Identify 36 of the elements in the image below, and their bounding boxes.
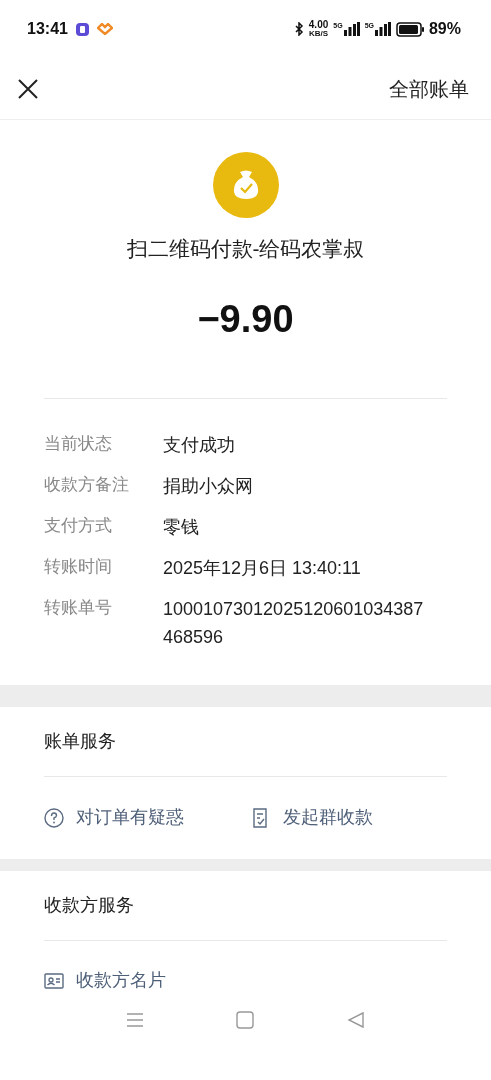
payment-title: 扫二维码付款-给码农掌叔 — [126, 236, 365, 262]
app-icon — [75, 22, 89, 36]
service-link[interactable]: 发起群收款 — [251, 804, 373, 831]
detail-value: 捐助小众网 — [163, 474, 254, 498]
detail-value: 2025年12月6日 13:40:11 — [163, 556, 362, 580]
question-icon — [44, 807, 64, 828]
detail-value: 10001073012025120601034387468596 — [163, 597, 425, 649]
heart-icon — [96, 23, 113, 35]
section-title: 收款方服务 — [44, 870, 447, 941]
payment-amount: −9.90 — [197, 296, 294, 342]
service-link[interactable]: 收款方名片 — [44, 967, 166, 994]
detail-label: 收款方备注 — [44, 473, 130, 496]
close-icon — [17, 77, 39, 100]
home-icon[interactable] — [236, 1010, 255, 1029]
close-button[interactable] — [16, 76, 40, 101]
network-speed: 4.00 — [308, 20, 329, 30]
signal-icon — [374, 22, 391, 36]
signal-icon — [343, 22, 360, 36]
back-icon[interactable] — [346, 1010, 365, 1029]
menu-icon[interactable] — [126, 1011, 145, 1028]
network-speed-unit: KB/S — [309, 30, 329, 38]
contact-card-icon — [44, 970, 64, 991]
detail-value: 零钱 — [163, 515, 200, 539]
section-title: 账单服务 — [44, 706, 447, 777]
bluetooth-icon — [294, 22, 304, 36]
battery-icon — [395, 21, 424, 37]
service-link[interactable]: 对订单有疑惑 — [44, 804, 184, 831]
money-bag-icon — [212, 152, 279, 218]
status-time: 13:41 — [27, 19, 68, 39]
battery-percent: 89% — [428, 19, 461, 39]
detail-label: 转账时间 — [44, 555, 113, 578]
detail-label: 当前状态 — [44, 432, 113, 455]
detail-value: 支付成功 — [163, 433, 236, 457]
detail-label: 支付方式 — [44, 514, 113, 537]
all-bills-link[interactable]: 全部账单 — [389, 73, 469, 104]
detail-label: 转账单号 — [44, 596, 113, 619]
